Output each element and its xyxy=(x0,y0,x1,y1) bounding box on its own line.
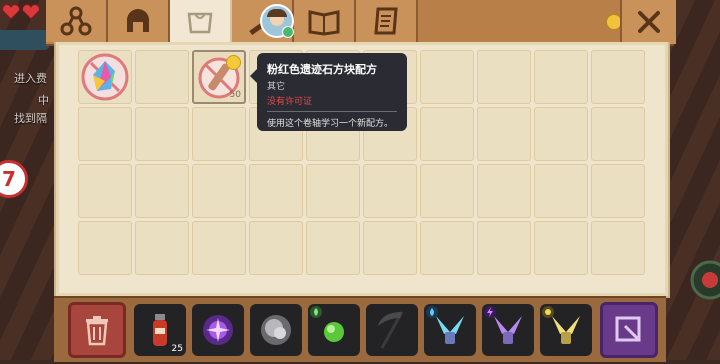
online-status-icon xyxy=(282,26,294,38)
tab-equipment[interactable] xyxy=(108,0,170,42)
hotbar-slot[interactable] xyxy=(424,304,476,356)
green-slime-icon xyxy=(324,322,344,342)
tooltip-description: 使用这个卷轴学习一个新配方。 xyxy=(267,119,394,129)
avatar-hair xyxy=(267,9,287,17)
inventory-slot[interactable] xyxy=(591,164,645,218)
sort-button[interactable] xyxy=(600,302,658,358)
background-decoration xyxy=(676,240,720,360)
water-element-icon xyxy=(426,306,438,318)
inventory-slot[interactable] xyxy=(534,50,588,104)
scroll-icon xyxy=(374,7,398,35)
hotbar-slot[interactable] xyxy=(250,304,302,356)
inventory-slot[interactable] xyxy=(420,50,474,104)
inventory-slot[interactable] xyxy=(78,50,132,104)
smoke-orb-icon xyxy=(261,315,291,345)
lightning-element-icon xyxy=(484,306,496,318)
book-icon xyxy=(308,10,340,36)
tab-journal[interactable] xyxy=(294,0,356,42)
inventory-slot[interactable] xyxy=(78,221,132,275)
inventory-slot[interactable] xyxy=(135,107,189,161)
bag-icon xyxy=(187,12,213,34)
inventory-slot[interactable] xyxy=(591,50,645,104)
inventory-slot[interactable] xyxy=(192,107,246,161)
inventory-slot[interactable] xyxy=(591,221,645,275)
heart-icon xyxy=(2,4,20,20)
trash-button[interactable] xyxy=(68,302,126,358)
hotbar-count: 25 xyxy=(171,344,183,354)
inventory-slot-selected[interactable]: 50 xyxy=(192,50,246,104)
crystal-icon xyxy=(81,53,129,101)
close-button[interactable] xyxy=(620,0,676,44)
trash-icon xyxy=(86,316,108,346)
inventory-slot[interactable] xyxy=(192,164,246,218)
inventory-slot[interactable] xyxy=(135,50,189,104)
hotbar-slot[interactable] xyxy=(366,304,418,356)
scythe-icon xyxy=(378,311,404,349)
inventory-slot[interactable] xyxy=(420,107,474,161)
tooltip-warning: 没有许可证 xyxy=(267,97,313,107)
sort-icon xyxy=(615,316,641,342)
inventory-slot[interactable] xyxy=(78,107,132,161)
hotbar: 25 xyxy=(54,296,666,362)
hud-text-line: 中 xyxy=(38,94,49,107)
tab-inventory[interactable] xyxy=(170,0,232,44)
fire-extinguisher-icon xyxy=(153,314,167,346)
helmet-icon xyxy=(127,9,149,32)
inventory-slot[interactable] xyxy=(420,221,474,275)
sun-element-icon xyxy=(542,306,554,318)
counter-badge[interactable]: 7 xyxy=(0,160,28,198)
inventory-slot[interactable] xyxy=(477,107,531,161)
inventory-slot[interactable] xyxy=(192,221,246,275)
hotbar-slot[interactable] xyxy=(482,304,534,356)
inventory-slot[interactable] xyxy=(78,164,132,218)
inventory-slot[interactable] xyxy=(135,221,189,275)
inventory-slot[interactable] xyxy=(363,164,417,218)
hotbar-slot[interactable] xyxy=(540,304,592,356)
tab-quests[interactable] xyxy=(356,0,418,42)
inventory-slot[interactable] xyxy=(534,221,588,275)
close-icon xyxy=(638,11,660,33)
hotbar-slot[interactable] xyxy=(308,304,360,356)
inventory-slot[interactable] xyxy=(534,164,588,218)
inventory-slot[interactable] xyxy=(306,221,360,275)
tooltip-divider xyxy=(267,111,397,112)
heart-icon xyxy=(22,4,40,20)
inventory-slot[interactable] xyxy=(477,50,531,104)
tab-skills[interactable] xyxy=(46,0,108,42)
hotbar-slot[interactable] xyxy=(192,304,244,356)
inventory-slot[interactable] xyxy=(420,164,474,218)
skill-tree-icon xyxy=(60,6,92,36)
inventory-slot[interactable] xyxy=(363,221,417,275)
item-tooltip: 粉红色遗迹石方块配方 其它 没有许可证 使用这个卷轴学习一个新配方。 xyxy=(250,53,407,131)
hud-text-line: 进入费 xyxy=(14,72,47,85)
inventory-slot[interactable] xyxy=(249,221,303,275)
inventory-slot[interactable] xyxy=(534,107,588,161)
hud-text-line: 找到隔 xyxy=(14,112,47,125)
inventory-slot[interactable] xyxy=(249,164,303,218)
energy-bar xyxy=(0,30,50,50)
inventory-slot[interactable] xyxy=(477,221,531,275)
tab-bar: 9435 xyxy=(46,0,674,46)
item-count: 50 xyxy=(229,90,241,100)
tooltip-title: 粉红色遗迹石方块配方 xyxy=(267,63,377,76)
tooltip-category: 其它 xyxy=(267,82,286,92)
purple-orb-icon xyxy=(203,315,233,345)
inventory-slot[interactable] xyxy=(306,164,360,218)
nature-element-icon xyxy=(310,306,322,318)
hotbar-slot[interactable]: 25 xyxy=(134,304,186,356)
inventory-slot[interactable] xyxy=(135,164,189,218)
left-hud: 进入费 中 找到隔 7 xyxy=(0,0,60,360)
inventory-slot[interactable] xyxy=(591,107,645,161)
inventory-slot[interactable] xyxy=(477,164,531,218)
favorite-star-icon xyxy=(226,55,241,70)
